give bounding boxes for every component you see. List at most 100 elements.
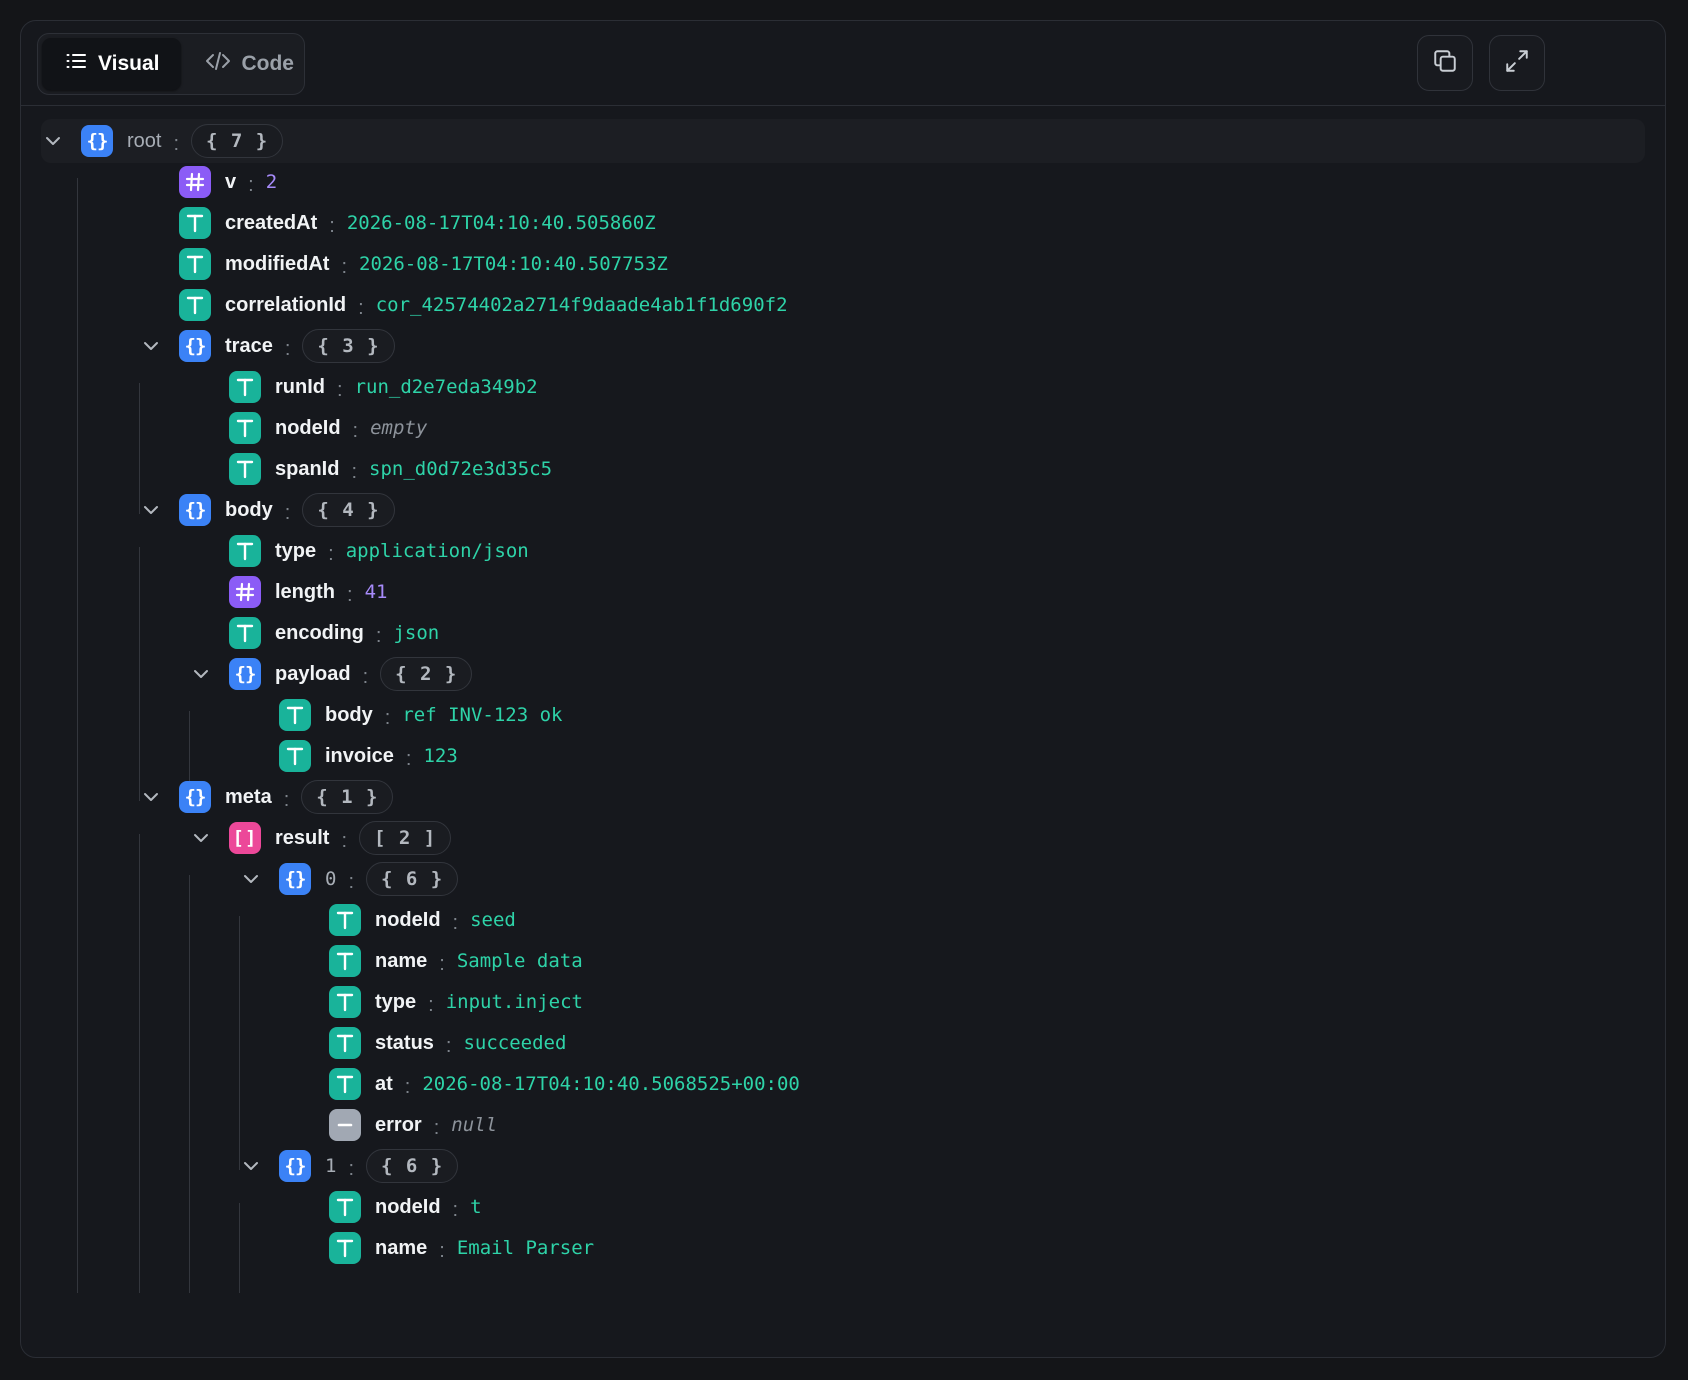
tree-leaf-row: runId: run_d2e7eda349b2	[41, 365, 1645, 409]
tree-node-row[interactable]: {} payload: { 2 }	[41, 652, 1645, 696]
tree-row-content: createdAt:2026-08-17T04:10:40.505860Z	[225, 201, 656, 245]
key-value-separator: :	[348, 1157, 355, 1180]
tree-node-row[interactable]: {} body: { 4 }	[41, 488, 1645, 532]
chevron-down-icon[interactable]	[139, 785, 163, 809]
tree-leaf-row: at:2026-08-17T04:10:40.5068525+00:00	[41, 1062, 1645, 1106]
number-type-icon	[229, 576, 261, 608]
key-value-separator: :	[439, 952, 445, 975]
string-type-icon	[179, 207, 211, 239]
chevron-down-icon[interactable]	[41, 129, 65, 153]
key-value-separator: :	[341, 829, 348, 852]
key-value-separator: :	[362, 665, 369, 688]
chevron-down-icon[interactable]	[239, 867, 263, 891]
tab-visual[interactable]: Visual	[42, 38, 182, 90]
chevron-down-icon[interactable]	[189, 662, 213, 686]
tree-key: runId	[275, 375, 325, 398]
tree-value: input.inject	[445, 991, 583, 1013]
tree-node-row[interactable]: [] result: [ 2 ]	[41, 816, 1645, 860]
tree-key: v	[225, 170, 237, 193]
string-type-icon	[229, 535, 261, 567]
key-value-separator: :	[439, 1239, 445, 1262]
tree-value: succeeded	[463, 1032, 567, 1054]
tree-value: t	[470, 1196, 482, 1218]
tree-row-content: length:41	[275, 570, 387, 614]
tree-leaf-row: type: input.inject	[41, 980, 1645, 1024]
tree-leaf-row: nodeId: empty	[41, 406, 1645, 450]
object-type-icon: {}	[179, 330, 211, 362]
chevron-down-icon[interactable]	[239, 1154, 263, 1178]
tree-row-content: spanId: spn_d0d72e3d35c5	[275, 447, 552, 491]
tree-key: type	[375, 990, 417, 1013]
tree-node-row[interactable]: {} 1: { 6 }	[41, 1144, 1645, 1188]
string-type-icon	[279, 740, 311, 772]
tree-value: empty	[370, 417, 428, 439]
key-value-separator: :	[284, 337, 291, 360]
child-count-badge: { 1 }	[301, 780, 394, 814]
key-value-separator: :	[351, 460, 358, 483]
array-type-icon: []	[229, 822, 261, 854]
tree-key: spanId	[275, 457, 340, 480]
tree-value: 123	[423, 745, 458, 767]
tree-key: status	[375, 1031, 434, 1054]
tree-key: 1	[325, 1155, 337, 1177]
tree-key: at	[375, 1072, 393, 1095]
tree-leaf-row: createdAt:2026-08-17T04:10:40.505860Z	[41, 201, 1645, 245]
tree-row-content: type: application/json	[275, 529, 529, 573]
code-icon	[205, 49, 231, 79]
object-type-icon: {}	[179, 781, 211, 813]
tree-row-content: name: Sample data	[375, 939, 583, 983]
key-value-separator: :	[284, 501, 291, 524]
tab-code[interactable]: Code	[183, 38, 316, 90]
tree-value: null	[451, 1114, 498, 1136]
tree-node-row[interactable]: {} 0: { 6 }	[41, 857, 1645, 901]
tree-key: createdAt	[225, 211, 318, 234]
key-value-separator: :	[375, 624, 382, 647]
child-count-badge: [ 2 ]	[359, 821, 452, 855]
tree-row-content: correlationId: cor_42574402a2714f9daade4a…	[225, 283, 788, 327]
tree-key: correlationId	[225, 293, 347, 316]
expand-button[interactable]	[1489, 35, 1545, 91]
string-type-icon	[229, 371, 261, 403]
copy-button[interactable]	[1417, 35, 1473, 91]
string-type-icon	[179, 289, 211, 321]
tree-key: name	[375, 1236, 428, 1259]
tree-node-row[interactable]: {} trace: { 3 }	[41, 324, 1645, 368]
tree-row-content: root: { 7 }	[127, 119, 284, 163]
key-value-separator: :	[341, 255, 347, 278]
tree-value: spn_d0d72e3d35c5	[369, 458, 553, 480]
tree-leaf-row: error: null	[41, 1103, 1645, 1147]
key-value-separator: :	[248, 173, 254, 196]
tree-node-row[interactable]: {} root: { 7 }	[41, 119, 1645, 163]
json-tree: {} root:{ 7 } v:2 createdAt:2026-08-17T04:1…	[21, 105, 1665, 1357]
tree-key: body	[225, 498, 273, 521]
child-count-badge: { 2 }	[380, 657, 473, 691]
object-type-icon: {}	[81, 125, 113, 157]
tree-leaf-row: nodeId: seed	[41, 898, 1645, 942]
chevron-down-icon[interactable]	[139, 334, 163, 358]
tree-node-row[interactable]: {} meta: { 1 }	[41, 775, 1645, 819]
string-type-icon	[229, 412, 261, 444]
tree-row-content: body: ref INV-123 ok	[325, 693, 563, 737]
key-value-separator: :	[445, 1034, 452, 1057]
tree-key: result	[275, 826, 330, 849]
tree-row-content: result: [ 2 ]	[275, 816, 452, 860]
tree-row-content: payload: { 2 }	[275, 652, 473, 696]
tree-row-content: type: input.inject	[375, 980, 583, 1024]
tree-row-content: at:2026-08-17T04:10:40.5068525+00:00	[375, 1062, 800, 1106]
string-type-icon	[329, 1232, 361, 1264]
view-mode-toggle: Visual Code	[37, 33, 305, 95]
key-value-separator: :	[328, 542, 334, 565]
tree-row-content: invoice:123	[325, 734, 458, 778]
string-type-icon	[329, 1027, 361, 1059]
viewer-header: Visual Code	[21, 21, 1665, 106]
string-type-icon	[329, 904, 361, 936]
chevron-down-icon[interactable]	[139, 498, 163, 522]
chevron-down-icon[interactable]	[189, 826, 213, 850]
tree-value: 2026-08-17T04:10:40.5068525+00:00	[422, 1073, 800, 1095]
tree-row-content: nodeId: seed	[375, 898, 516, 942]
tree-leaf-row: v:2	[41, 160, 1645, 204]
tree-row-content: 0: { 6 }	[325, 857, 459, 901]
tree-leaf-row: name: Sample data	[41, 939, 1645, 983]
tree-value: json	[393, 622, 440, 644]
tree-value: seed	[470, 909, 516, 931]
